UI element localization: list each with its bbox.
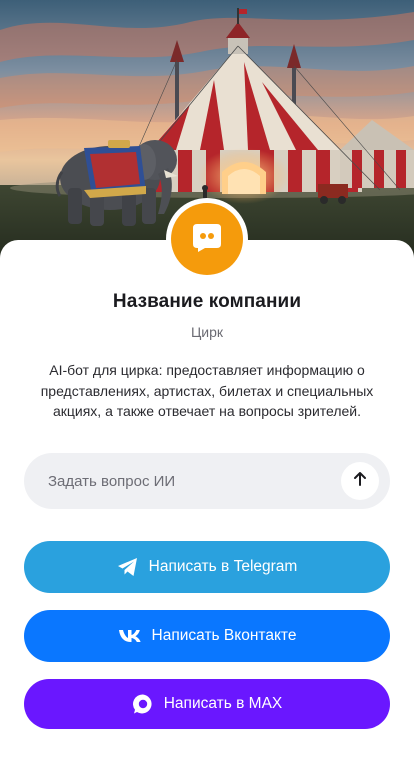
ask-ai-input[interactable] (48, 472, 341, 490)
max-icon (132, 693, 154, 715)
write-max-label: Написать в MAX (163, 695, 283, 712)
write-telegram-label: Написать в Telegram (148, 558, 298, 575)
chat-bubble-icon (190, 220, 224, 259)
telegram-icon (117, 557, 139, 577)
ask-ai-field (24, 453, 390, 509)
company-name: Название компании (112, 291, 302, 312)
send-question-button[interactable] (341, 462, 379, 500)
page: Название компании Цирк AI-бот для цирка:… (0, 0, 414, 770)
avatar-badge (171, 203, 243, 275)
write-vk-label: Написать Вконтакте (151, 627, 297, 644)
company-category: Цирк (190, 324, 224, 340)
company-description: AI-бот для цирка: предоставляет информац… (40, 362, 374, 419)
write-telegram-button[interactable]: Написать в Telegram (24, 541, 390, 593)
avatar (166, 198, 248, 280)
write-vk-button[interactable]: Написать Вконтакте (24, 610, 390, 662)
arrow-up-icon (352, 471, 368, 492)
write-max-button[interactable]: Написать в MAX (24, 679, 390, 729)
vk-icon (118, 629, 142, 643)
